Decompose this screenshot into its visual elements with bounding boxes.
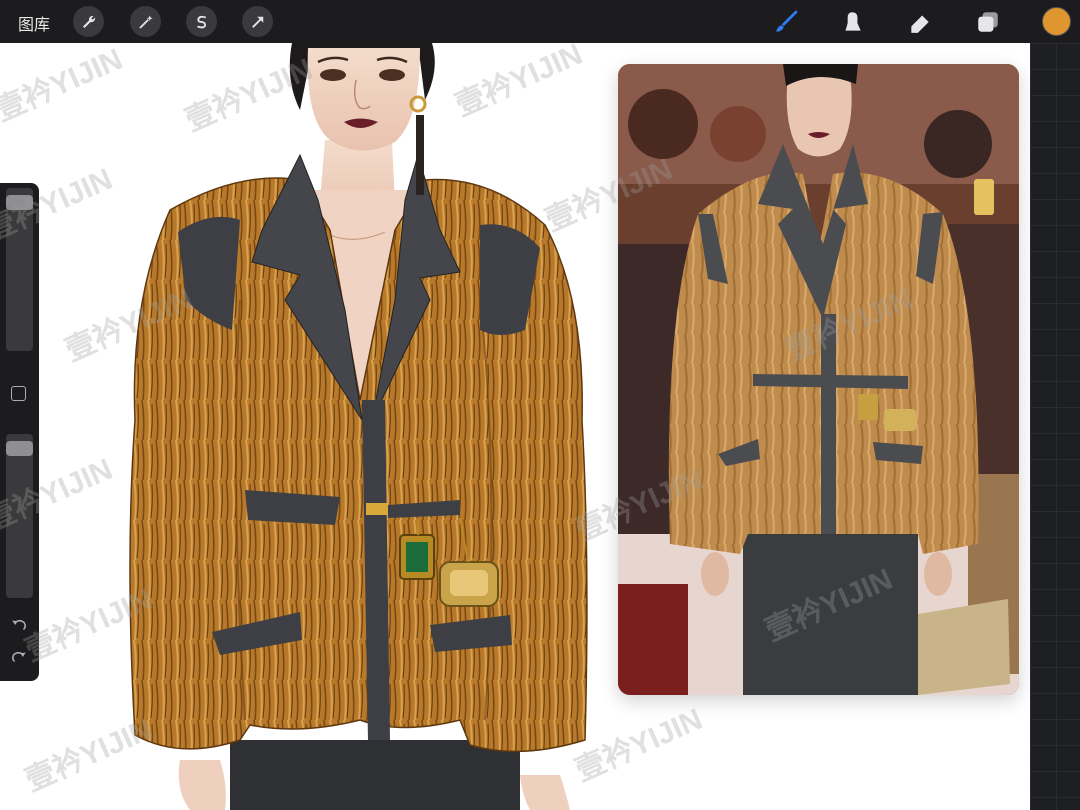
photo-skirt [743, 534, 918, 695]
opacity-thumb[interactable] [6, 441, 33, 456]
adjustments-button[interactable] [130, 6, 161, 37]
layers-icon [978, 12, 998, 32]
photo-bag [918, 599, 1010, 695]
selection-s-icon [196, 15, 206, 28]
opacity-slider[interactable] [6, 434, 33, 598]
photo-face [786, 74, 852, 157]
square-modify-icon[interactable] [11, 386, 26, 401]
transform-button[interactable] [242, 6, 273, 37]
face [307, 48, 420, 151]
magic-wand-icon [138, 14, 153, 29]
smudge-icon [845, 12, 861, 31]
earring [416, 115, 424, 195]
smudge-button[interactable] [836, 6, 868, 38]
layers-button[interactable] [972, 6, 1004, 38]
top-toolbar: 图库 [0, 0, 1080, 43]
eraser-button[interactable] [904, 6, 936, 38]
reference-photo[interactable] [618, 64, 1019, 695]
brush-size-thumb[interactable] [6, 195, 33, 210]
actions-button[interactable] [73, 6, 104, 37]
right-hand [520, 775, 570, 810]
transform-arrow-icon [251, 16, 263, 28]
eraser-icon [911, 15, 929, 33]
color-picker-button[interactable] [1042, 7, 1071, 36]
gallery-button[interactable]: 图库 [18, 11, 50, 35]
brush-button[interactable] [770, 6, 802, 38]
left-sidebar [0, 183, 39, 681]
left-hand [178, 760, 226, 810]
skirt [230, 740, 520, 810]
brush-icon [776, 10, 798, 32]
brush-size-slider[interactable] [6, 188, 33, 351]
undo-icon[interactable] [10, 616, 28, 634]
canvas-edge-strip [1030, 43, 1080, 810]
redo-icon[interactable] [10, 648, 28, 666]
belt-buckle [366, 503, 388, 515]
selection-button[interactable] [186, 6, 217, 37]
wrench-icon [82, 15, 95, 28]
